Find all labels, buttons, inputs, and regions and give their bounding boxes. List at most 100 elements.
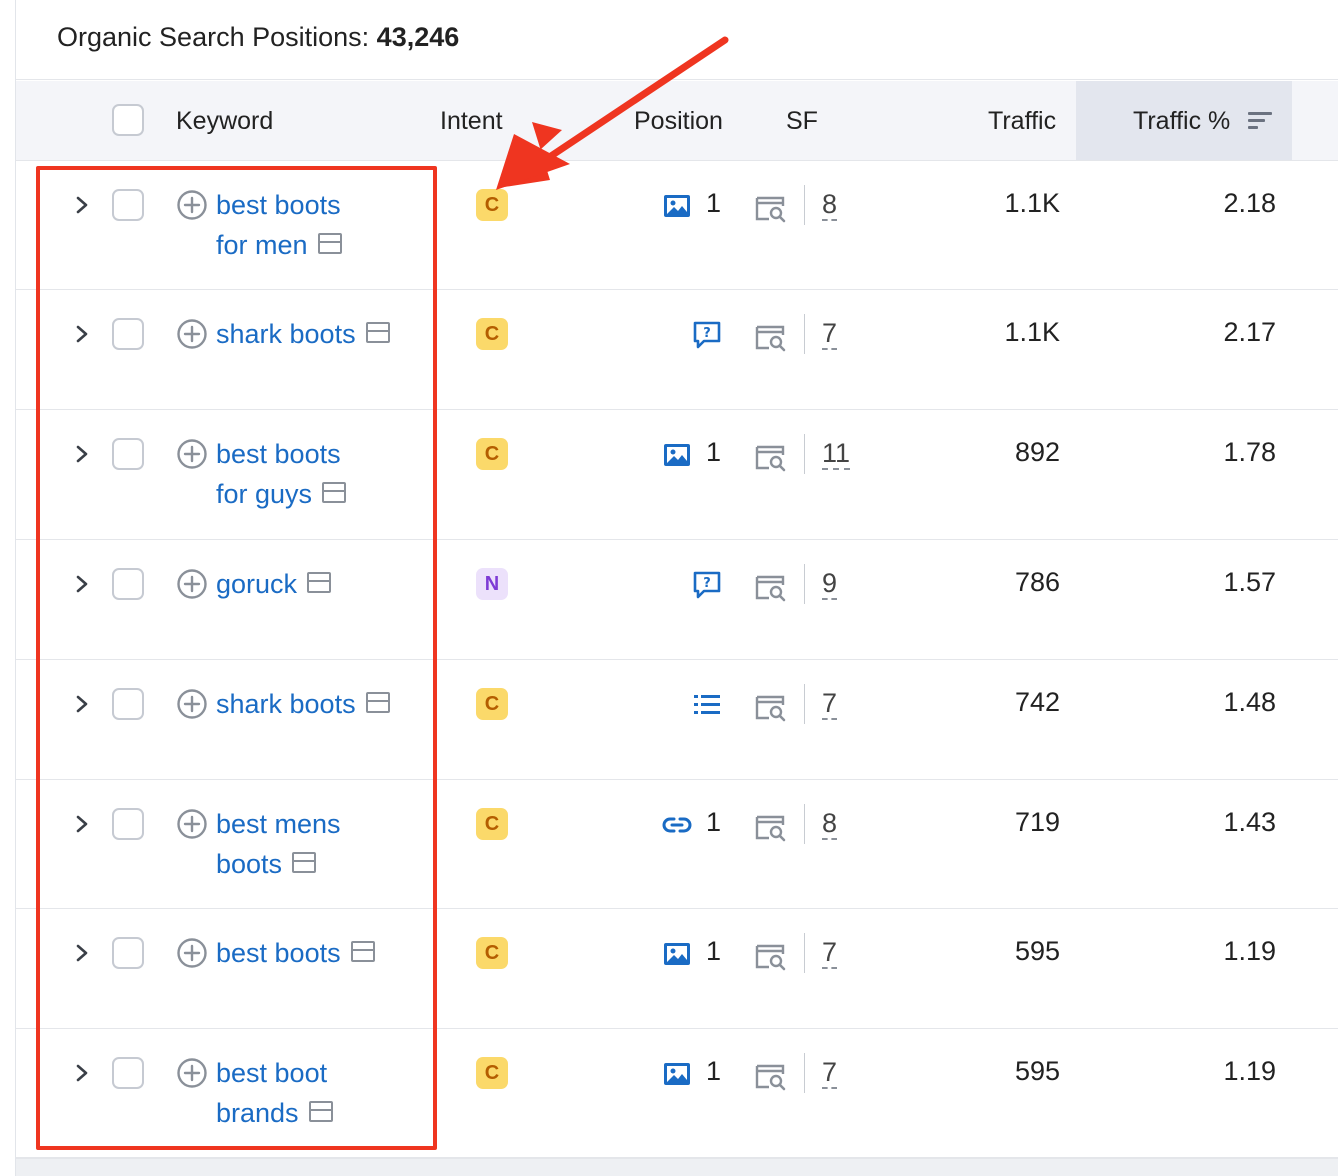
keyword-link-text[interactable]: best mens bbox=[216, 809, 341, 839]
sf-count[interactable]: 7 bbox=[822, 937, 838, 969]
sf-count[interactable]: 7 bbox=[822, 688, 838, 720]
row-checkbox[interactable] bbox=[112, 568, 144, 600]
table-row: best mens boots C 1 8 719 1.43 bbox=[16, 780, 1338, 909]
sf-count[interactable]: 11 bbox=[822, 438, 851, 470]
keyword-link[interactable]: best boots for guys bbox=[216, 434, 347, 514]
keyword-link-text[interactable]: best boots bbox=[216, 439, 341, 469]
column-header-keyword[interactable]: Keyword bbox=[176, 107, 273, 136]
link-icon bbox=[662, 810, 692, 840]
row-checkbox[interactable] bbox=[112, 318, 144, 350]
sf-count[interactable]: 7 bbox=[822, 1057, 838, 1089]
column-header-sf[interactable]: SF bbox=[786, 107, 818, 136]
add-to-list-icon[interactable] bbox=[176, 318, 208, 350]
add-to-list-icon[interactable] bbox=[176, 438, 208, 470]
expand-chevron-icon[interactable] bbox=[72, 694, 92, 714]
add-to-list-icon[interactable] bbox=[176, 688, 208, 720]
serp-preview-icon[interactable] bbox=[322, 482, 347, 504]
keyword-link-text[interactable]: for guys bbox=[216, 479, 312, 509]
add-to-list-icon[interactable] bbox=[176, 808, 208, 840]
intent-badge[interactable]: C bbox=[476, 1057, 508, 1089]
keyword-link[interactable]: best boot brands bbox=[216, 1053, 333, 1133]
serp-preview-icon[interactable] bbox=[365, 322, 390, 344]
column-header-traffic[interactable]: Traffic bbox=[988, 107, 1056, 136]
serp-preview-icon[interactable] bbox=[317, 233, 342, 255]
row-checkbox[interactable] bbox=[112, 808, 144, 840]
intent-badge[interactable]: C bbox=[476, 189, 508, 221]
keyword-link[interactable]: best boots for men bbox=[216, 185, 342, 265]
keyword-link[interactable]: best mens boots bbox=[216, 804, 341, 884]
serp-features-icon[interactable] bbox=[754, 1061, 788, 1091]
keyword-link[interactable]: goruck bbox=[216, 564, 332, 604]
column-header-intent[interactable]: Intent bbox=[440, 107, 503, 136]
serp-features-icon[interactable] bbox=[754, 442, 788, 472]
page-title: Organic Search Positions: 43,246 bbox=[57, 22, 459, 53]
intent-badge[interactable]: C bbox=[476, 937, 508, 969]
svg-text:?: ? bbox=[703, 326, 711, 341]
add-to-list-icon[interactable] bbox=[176, 568, 208, 600]
serp-features-icon[interactable] bbox=[754, 572, 788, 602]
intent-badge[interactable]: N bbox=[476, 568, 508, 600]
title-label: Organic Search Positions: bbox=[57, 22, 370, 52]
expand-chevron-icon[interactable] bbox=[72, 814, 92, 834]
add-to-list-icon[interactable] bbox=[176, 1057, 208, 1089]
keyword-link-text[interactable]: brands bbox=[216, 1098, 299, 1128]
select-all-checkbox[interactable] bbox=[112, 104, 144, 136]
keyword-link-text[interactable]: best boots bbox=[216, 190, 341, 220]
intent-badge[interactable]: C bbox=[476, 318, 508, 350]
traffic-pct-value: 1.43 bbox=[1223, 807, 1276, 837]
traffic-value: 786 bbox=[1014, 567, 1060, 597]
expand-chevron-icon[interactable] bbox=[72, 444, 92, 464]
keyword-link-text[interactable]: for men bbox=[216, 230, 308, 260]
sort-descending-icon[interactable] bbox=[1248, 112, 1272, 130]
row-checkbox[interactable] bbox=[112, 688, 144, 720]
keyword-link[interactable]: best boots bbox=[216, 933, 375, 973]
expand-chevron-icon[interactable] bbox=[72, 574, 92, 594]
serp-features-icon[interactable] bbox=[754, 941, 788, 971]
add-to-list-icon[interactable] bbox=[176, 189, 208, 221]
keyword-link-text[interactable]: shark boots bbox=[216, 319, 356, 349]
table-row: best boots for guys C 1 11 892 1.78 bbox=[16, 410, 1338, 540]
serp-features-icon[interactable] bbox=[754, 322, 788, 352]
column-header-traffic-pct[interactable]: Traffic % bbox=[1133, 107, 1230, 136]
keyword-link[interactable]: shark boots bbox=[216, 314, 390, 354]
serp-preview-icon[interactable] bbox=[350, 941, 375, 963]
keyword-link-text[interactable]: best boot bbox=[216, 1058, 327, 1088]
position-value: 1 bbox=[706, 188, 722, 218]
position-value: 1 bbox=[706, 807, 722, 837]
row-checkbox[interactable] bbox=[112, 937, 144, 969]
serp-preview-icon[interactable] bbox=[365, 692, 390, 714]
intent-badge[interactable]: C bbox=[476, 688, 508, 720]
intent-badge[interactable]: C bbox=[476, 808, 508, 840]
sf-count[interactable]: 9 bbox=[822, 568, 838, 600]
keyword-link-text[interactable]: goruck bbox=[216, 569, 297, 599]
keyword-link-text[interactable]: boots bbox=[216, 849, 282, 879]
expand-chevron-icon[interactable] bbox=[72, 324, 92, 344]
divider bbox=[804, 434, 805, 474]
sf-count[interactable]: 8 bbox=[822, 808, 838, 840]
list-icon bbox=[692, 690, 722, 720]
row-checkbox[interactable] bbox=[112, 438, 144, 470]
keyword-link-text[interactable]: shark boots bbox=[216, 689, 356, 719]
expand-chevron-icon[interactable] bbox=[72, 943, 92, 963]
keyword-link-text[interactable]: best boots bbox=[216, 938, 341, 968]
column-header-position[interactable]: Position bbox=[634, 107, 723, 136]
serp-preview-icon[interactable] bbox=[292, 852, 317, 874]
serp-features-icon[interactable] bbox=[754, 193, 788, 223]
serp-preview-icon[interactable] bbox=[307, 572, 332, 594]
serp-preview-icon[interactable] bbox=[308, 1101, 333, 1123]
keyword-link[interactable]: shark boots bbox=[216, 684, 390, 724]
traffic-value: 742 bbox=[1014, 687, 1060, 717]
row-checkbox[interactable] bbox=[112, 189, 144, 221]
intent-badge[interactable]: C bbox=[476, 438, 508, 470]
traffic-value: 719 bbox=[1014, 807, 1060, 837]
serp-features-icon[interactable] bbox=[754, 692, 788, 722]
serp-features-icon[interactable] bbox=[754, 812, 788, 842]
traffic-pct-value: 1.57 bbox=[1223, 567, 1276, 597]
expand-chevron-icon[interactable] bbox=[72, 1063, 92, 1083]
divider bbox=[804, 314, 805, 354]
row-checkbox[interactable] bbox=[112, 1057, 144, 1089]
add-to-list-icon[interactable] bbox=[176, 937, 208, 969]
expand-chevron-icon[interactable] bbox=[72, 195, 92, 215]
sf-count[interactable]: 8 bbox=[822, 189, 838, 221]
sf-count[interactable]: 7 bbox=[822, 318, 838, 350]
